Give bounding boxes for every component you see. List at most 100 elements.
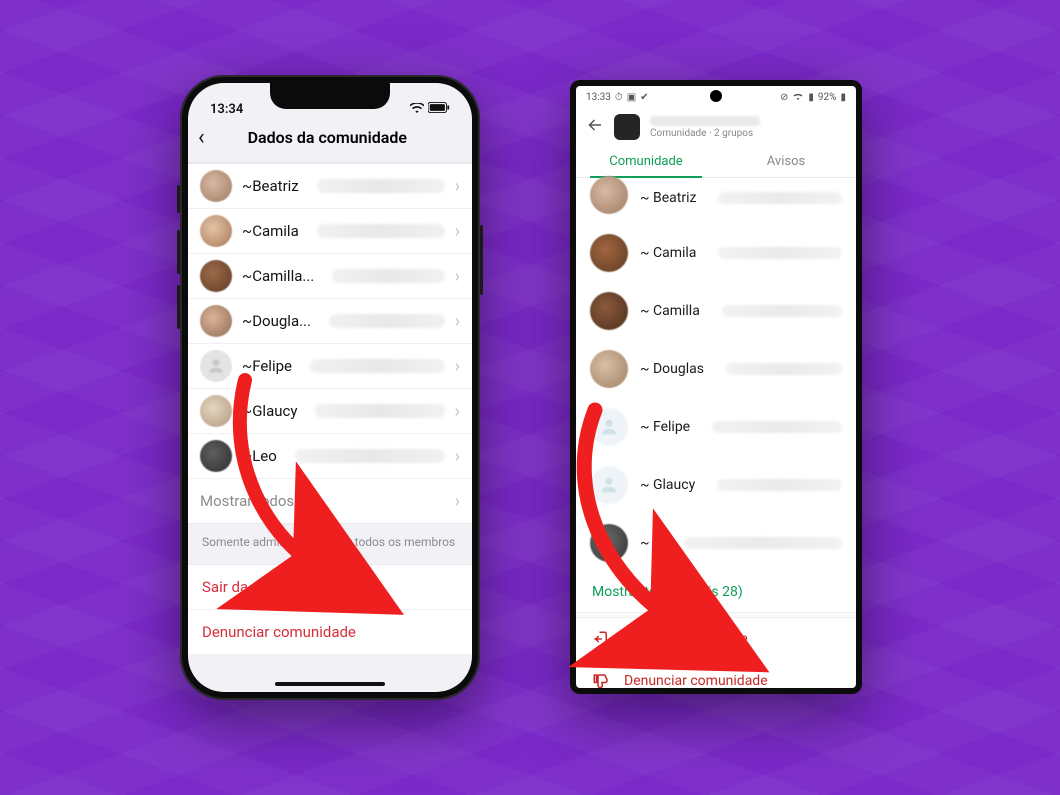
member-status-blur: [726, 363, 842, 375]
member-list[interactable]: ~Beatriz › ~Camila › ~Camilla... › ~Doug…: [188, 163, 472, 524]
member-row[interactable]: ~ Glaucy: [576, 456, 856, 514]
member-row[interactable]: ~ L: [576, 514, 856, 572]
battery-label: 92%: [818, 92, 837, 103]
chevron-right-icon: ›: [455, 401, 460, 422]
member-row[interactable]: ~ Felipe: [576, 398, 856, 456]
android-punch-hole: [710, 90, 722, 102]
member-name: ~Dougla...: [242, 312, 311, 330]
avatar: [200, 440, 232, 472]
member-row[interactable]: ~ Douglas: [576, 340, 856, 398]
member-name: ~ L: [640, 535, 661, 551]
chevron-right-icon: ›: [455, 221, 460, 242]
clock-icon: ⏱: [615, 92, 623, 103]
member-row[interactable]: ~Beatriz ›: [188, 164, 472, 209]
leave-community-button[interactable]: Sair da comunidade: [188, 565, 472, 610]
chevron-right-icon: ›: [455, 266, 460, 287]
show-all-label: Mostrar todos: [200, 492, 294, 510]
report-community-button[interactable]: Denunciar comunidade: [188, 610, 472, 655]
battery-icon: ▮: [840, 92, 846, 103]
member-name: ~ Camila: [640, 245, 696, 261]
avatar-placeholder: [590, 466, 628, 504]
chevron-right-icon: ›: [455, 356, 460, 377]
member-row[interactable]: ~Felipe ›: [188, 344, 472, 389]
exit-icon: [592, 630, 610, 648]
member-status-blur: [315, 404, 444, 418]
avatar: [200, 305, 232, 337]
member-status-blur: [717, 479, 842, 491]
iphone-frame: 13:34 ‹ Dados da comunidade ~Beatriz ›: [180, 75, 480, 700]
battery-icon: [428, 102, 450, 117]
avatar: [200, 215, 232, 247]
wifi-icon: [792, 91, 804, 103]
avatar: [590, 292, 628, 330]
tab-community[interactable]: Comunidade: [576, 146, 716, 177]
report-community-button[interactable]: Denunciar comunidade: [576, 660, 856, 688]
member-name: ~Beatriz: [242, 177, 299, 195]
member-name: ~Felipe: [242, 357, 292, 375]
avatar: [590, 176, 628, 214]
member-row[interactable]: ~Leo ›: [188, 434, 472, 479]
community-name-blur: [650, 116, 760, 126]
member-name: ~Leo: [242, 447, 277, 465]
member-status-blur: [332, 269, 444, 283]
app-icon: ▣: [627, 92, 636, 103]
member-name: ~Camilla...: [242, 267, 314, 285]
member-status-blur: [317, 179, 445, 193]
member-row[interactable]: ~Camila ›: [188, 209, 472, 254]
chevron-right-icon: ›: [455, 491, 460, 512]
signal-icon: ▮: [808, 92, 814, 103]
avatar: [200, 395, 232, 427]
android-member-list[interactable]: ~ Beatriz ~ Camila ~ Camilla ~ Douglas: [576, 178, 856, 572]
avatar: [200, 260, 232, 292]
member-status-blur: [683, 537, 842, 549]
member-status-blur: [310, 359, 445, 373]
member-row[interactable]: ~Glaucy ›: [188, 389, 472, 434]
avatar-placeholder: [590, 408, 628, 446]
dnd-icon: ⊘: [780, 92, 788, 103]
member-row[interactable]: ~Camilla... ›: [188, 254, 472, 299]
leave-community-button[interactable]: Sair da comunidade: [576, 618, 856, 660]
member-name: ~ Glaucy: [640, 477, 695, 493]
avatar: [590, 350, 628, 388]
member-status-blur: [712, 421, 842, 433]
member-status-blur: [722, 305, 842, 317]
member-row[interactable]: ~ Camilla: [576, 282, 856, 340]
member-row[interactable]: ~ Beatriz: [576, 178, 856, 224]
tabs: Comunidade Avisos: [576, 146, 856, 178]
member-status-blur: [718, 192, 842, 204]
person-icon: [206, 356, 226, 376]
members-visibility-hint: Somente admins podem ver todos os membro…: [188, 524, 472, 564]
avatar-placeholder: [200, 350, 232, 382]
iphone-screen: 13:34 ‹ Dados da comunidade ~Beatriz ›: [188, 83, 472, 692]
avatar: [200, 170, 232, 202]
leave-label: Sair da comunidade: [624, 631, 748, 647]
ios-time: 13:34: [210, 102, 243, 117]
background-pattern: [0, 0, 1060, 795]
show-all-row[interactable]: Mostrar todos ›: [188, 479, 472, 523]
back-button[interactable]: [586, 116, 604, 138]
android-time: 13:33: [586, 92, 611, 103]
member-row[interactable]: ~Dougla... ›: [188, 299, 472, 344]
avatar: [590, 234, 628, 272]
chevron-right-icon: ›: [455, 176, 460, 197]
page-title: Dados da comunidade: [193, 128, 462, 147]
person-icon: [598, 474, 620, 496]
member-name: ~Camila: [242, 222, 299, 240]
community-avatar[interactable]: [614, 114, 640, 140]
member-row[interactable]: ~ Camila: [576, 224, 856, 282]
thumbs-down-icon: [592, 672, 610, 688]
iphone-notch: [270, 83, 390, 109]
check-icon: ✔: [640, 92, 648, 103]
tab-notices[interactable]: Avisos: [716, 146, 856, 177]
show-all-button[interactable]: Mostrar todos (mais 28): [576, 572, 856, 612]
avatar: [590, 524, 628, 562]
chevron-right-icon: ›: [455, 446, 460, 467]
android-screen: 13:33 ⏱ ▣ ✔ ⊘ ▮ 92% ▮ Comunid: [576, 86, 856, 688]
member-status-blur: [295, 449, 445, 463]
member-name: ~ Camilla: [640, 303, 700, 319]
chevron-right-icon: ›: [455, 311, 460, 332]
home-indicator[interactable]: [275, 682, 385, 686]
member-name: ~ Douglas: [640, 361, 704, 377]
report-label: Denunciar comunidade: [624, 673, 768, 688]
member-name: ~ Beatriz: [640, 190, 696, 206]
